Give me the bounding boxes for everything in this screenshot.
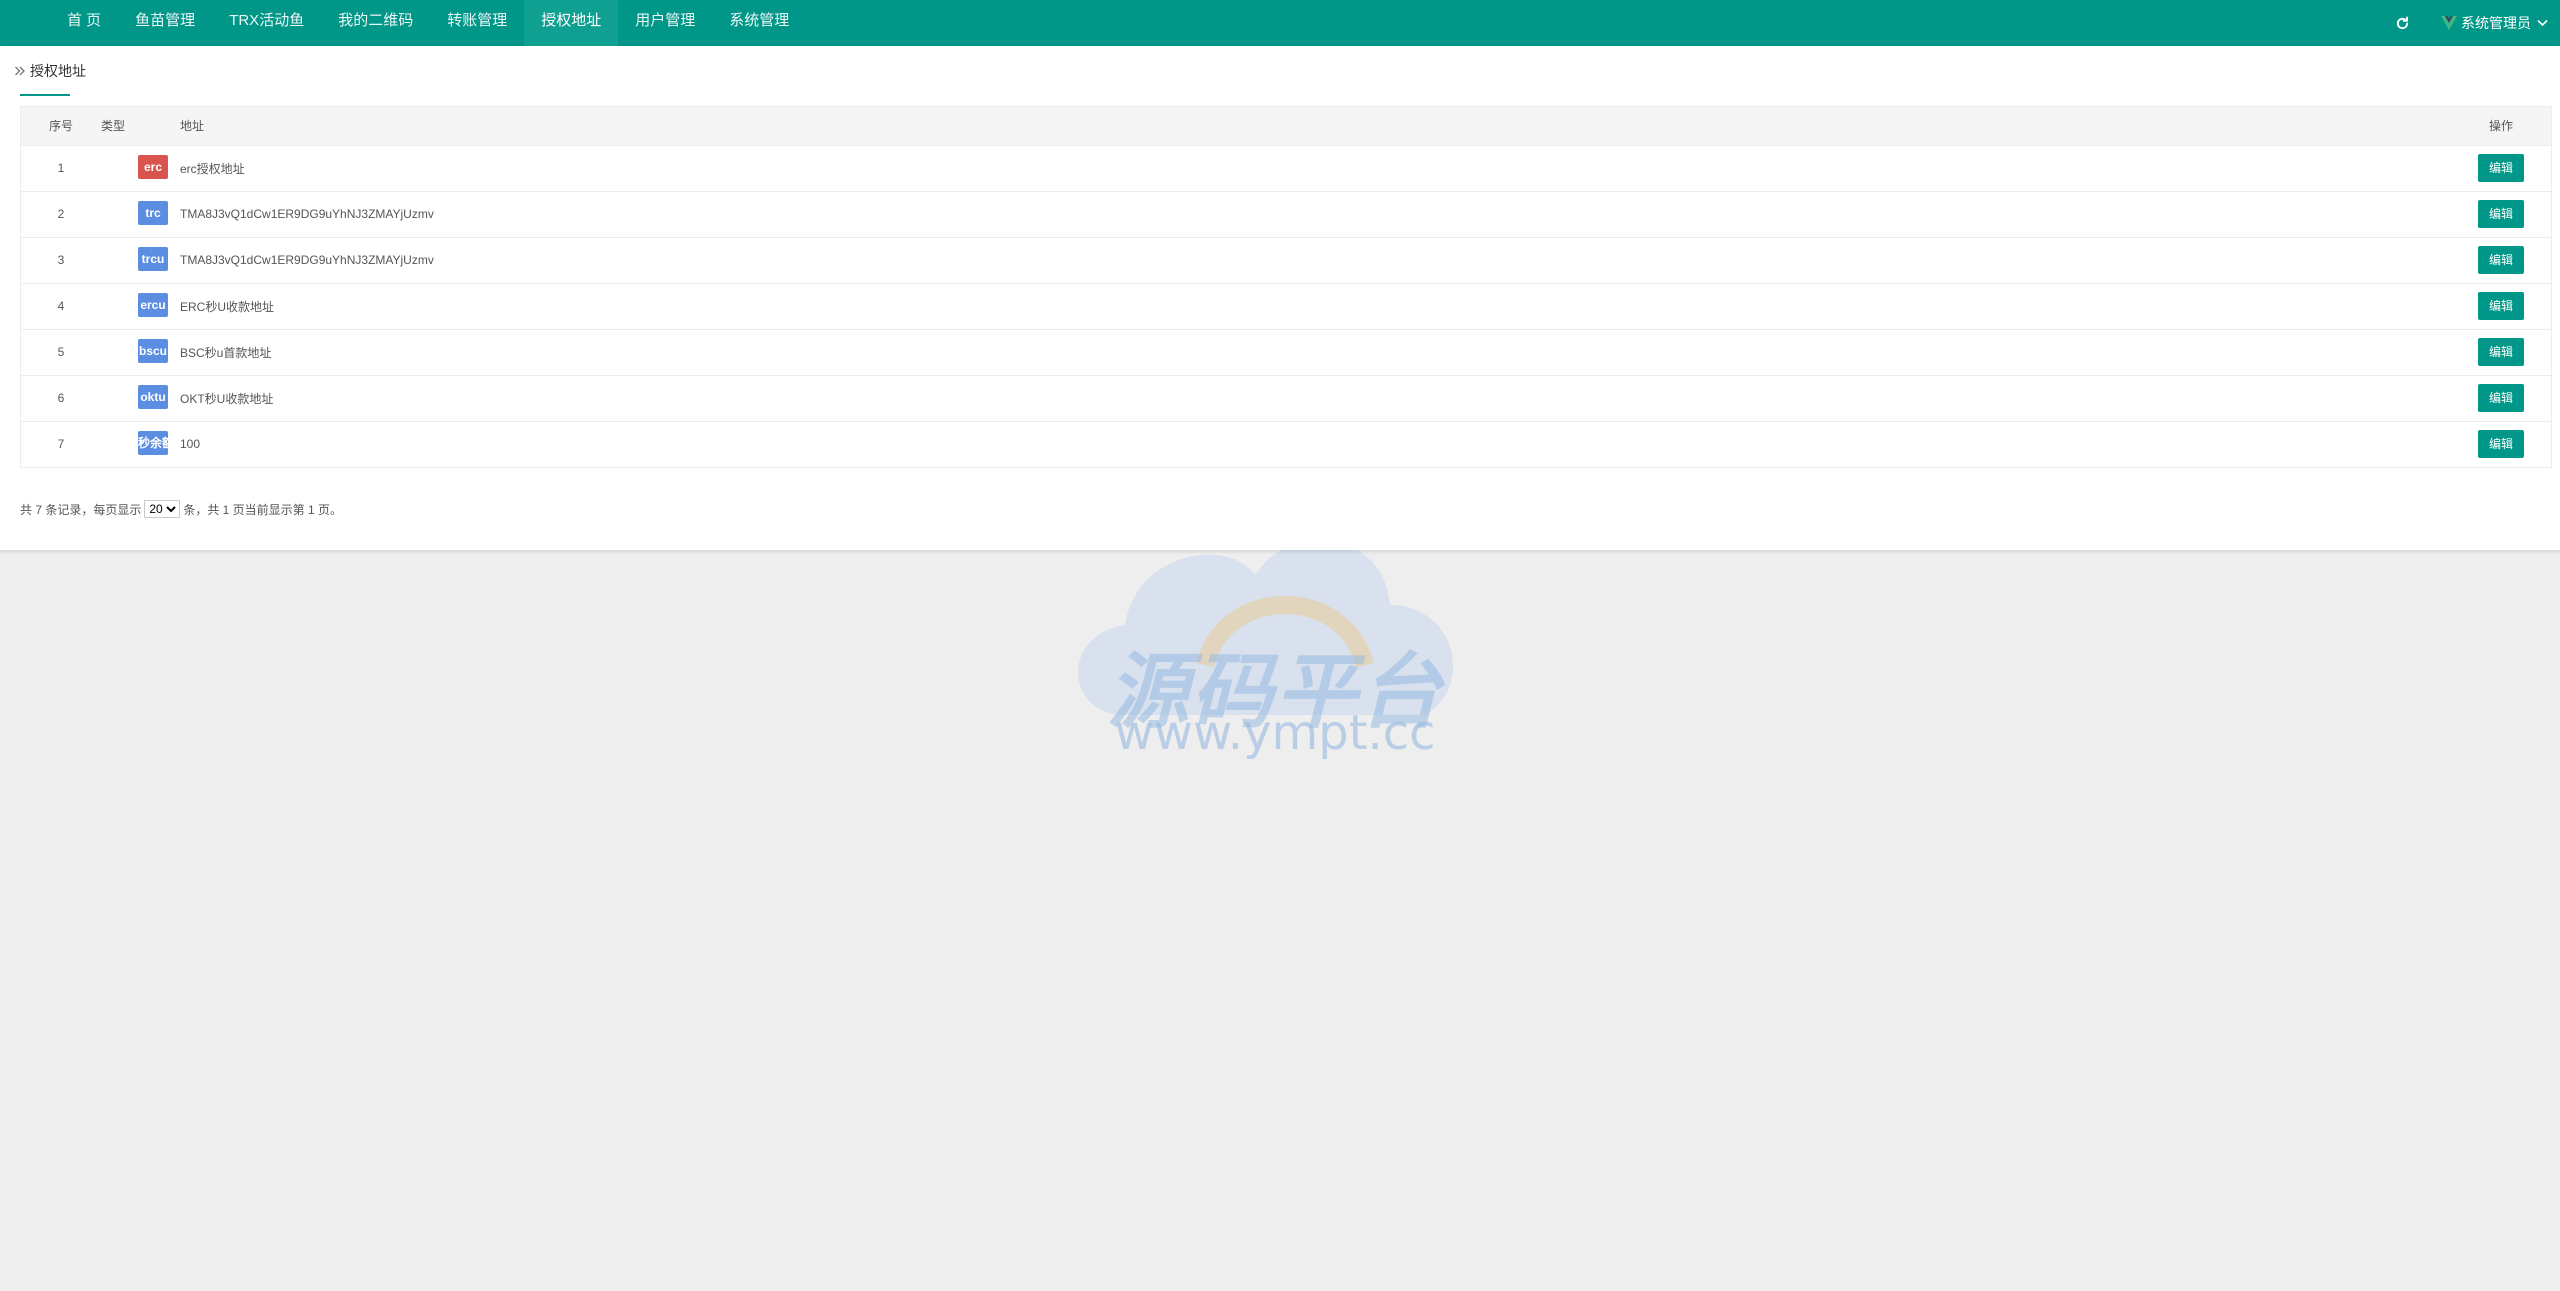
table-row: 1 erc erc授权地址 编辑 [21,145,2551,191]
type-badge: trc [138,200,168,225]
pagination-suffix: 条，共 1 页当前显示第 1 页。 [183,502,343,517]
row-address: TMA8J3vQ1dCw1ER9DG9uYhNJ3ZMAYjUzmv [180,253,434,267]
watermark-url-text: www.ympt.cc [1114,705,1436,761]
edit-button[interactable]: 编辑 [2478,246,2524,274]
pagination-prefix: 共 7 条记录，每页显示 [20,502,142,517]
row-action-cell: 编辑 [2451,329,2551,375]
pagination: 共 7 条记录，每页显示 20 条，共 1 页当前显示第 1 页。 [20,500,342,518]
row-address: 100 [180,437,201,452]
nav-item-my-qrcode[interactable]: 我的二维码 [321,0,430,46]
row-type-cell: ercu [101,283,180,329]
double-chevron-right-icon [14,65,26,77]
breadcrumb: 授权地址 [14,61,86,81]
row-index: 4 [57,299,65,313]
type-badge: ercu [138,292,168,317]
row-type-cell: erc [101,145,180,191]
row-type-cell: bscu [101,329,180,375]
row-index: 5 [57,345,65,359]
type-badge: 秒余额 [138,430,168,455]
nav-item-user-management[interactable]: 用户管理 [618,0,712,46]
row-index: 6 [57,391,65,405]
row-type-cell: 秒余额 [101,421,180,467]
nav-item-transfer-management[interactable]: 转账管理 [430,0,524,46]
user-menu[interactable]: 系统管理员 [2435,0,2552,46]
nav-item-fry-management[interactable]: 鱼苗管理 [118,0,212,46]
nav-item-home[interactable]: 首 页 [50,0,118,46]
table-header-row: 序号 类型 地址 操作 [21,107,2551,146]
row-action-cell: 编辑 [2451,421,2551,467]
edit-button[interactable]: 编辑 [2478,200,2524,228]
edit-button[interactable]: 编辑 [2478,338,2524,366]
nav-item-trx-activity[interactable]: TRX活动鱼 [212,0,321,46]
row-address: ERC秒U收款地址 [180,299,275,314]
edit-button[interactable]: 编辑 [2478,384,2524,412]
refresh-icon [2395,15,2410,31]
row-action-cell: 编辑 [2451,191,2551,237]
type-badge: oktu [138,384,168,409]
edit-button[interactable]: 编辑 [2478,154,2524,182]
header-index: 序号 [21,107,101,146]
edit-button[interactable]: 编辑 [2478,292,2524,320]
type-badge: bscu [138,338,168,363]
table-row: 2 trc TMA8J3vQ1dCw1ER9DG9uYhNJ3ZMAYjUzmv… [21,191,2551,237]
table-row: 3 trcu TMA8J3vQ1dCw1ER9DG9uYhNJ3ZMAYjUzm… [21,237,2551,283]
row-address: BSC秒u首款地址 [180,345,272,360]
cloud-logo-icon [1078,539,1454,715]
table-row: 7 秒余额 100 编辑 [21,421,2551,467]
table-row: 6 oktu OKT秒U收款地址 编辑 [21,375,2551,421]
nav-item-auth-address[interactable]: 授权地址 [524,0,619,46]
watermark-cn-text: 源码平台 [1107,645,1443,740]
refresh-button[interactable] [2379,0,2425,46]
row-action-cell: 编辑 [2451,375,2551,421]
type-badge: trcu [138,246,168,271]
row-action-cell: 编辑 [2451,145,2551,191]
row-index: 3 [57,253,65,267]
vue-logo-icon [2441,15,2457,31]
type-badge: erc [138,154,168,179]
row-index: 2 [57,207,65,221]
header-action: 操作 [2451,107,2551,146]
edit-button[interactable]: 编辑 [2478,430,2524,459]
row-action-cell: 编辑 [2451,237,2551,283]
user-name: 系统管理员 [2461,15,2531,31]
row-index: 7 [57,437,65,452]
row-action-cell: 编辑 [2451,283,2551,329]
address-table: 序号 类型 地址 操作 1 erc erc授权地址 编辑 2 trc TMA8J… [20,106,2552,468]
row-type-cell: oktu [101,375,180,421]
title-underline [20,94,70,96]
content-panel: 授权地址 序号 类型 地址 操作 1 erc erc授权地址 编辑 2 trc … [0,46,2560,550]
row-address: erc授权地址 [180,161,245,176]
row-address: OKT秒U收款地址 [180,391,274,406]
row-type-cell: trcu [101,237,180,283]
header-address: 地址 [180,107,2451,146]
page-title: 授权地址 [30,63,86,79]
row-type-cell: trc [101,191,180,237]
page-size-select[interactable]: 20 [144,500,181,518]
chevron-down-icon [2537,19,2548,27]
nav-item-system-management[interactable]: 系统管理 [712,0,806,46]
top-navbar: 首 页 鱼苗管理 TRX活动鱼 我的二维码 转账管理 授权地址 用户管理 系统管… [0,0,2560,46]
table-row: 5 bscu BSC秒u首款地址 编辑 [21,329,2551,375]
row-index: 1 [57,161,65,175]
main-nav: 首 页 鱼苗管理 TRX活动鱼 我的二维码 转账管理 授权地址 用户管理 系统管… [50,0,806,46]
header-type: 类型 [101,107,180,146]
top-right-tools: 系统管理员 [2379,0,2552,46]
row-address: TMA8J3vQ1dCw1ER9DG9uYhNJ3ZMAYjUzmv [180,207,434,221]
watermark: 源码平台 www.ympt.cc [1055,515,1495,765]
table-row: 4 ercu ERC秒U收款地址 编辑 [21,283,2551,329]
